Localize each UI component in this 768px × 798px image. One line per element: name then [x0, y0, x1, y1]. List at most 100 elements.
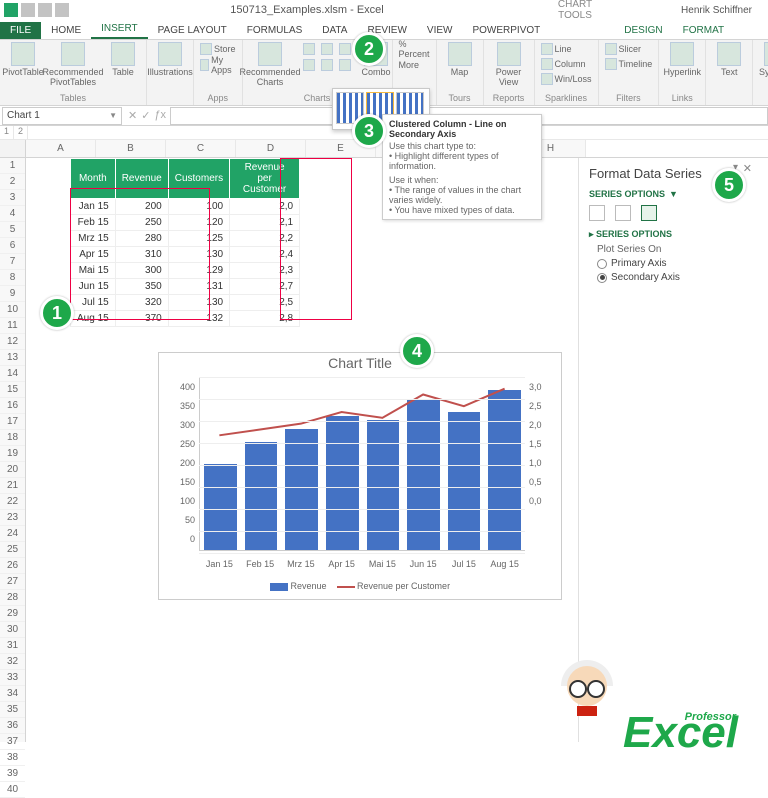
cell[interactable]: 350 [115, 279, 168, 295]
close-icon[interactable]: ✕ [743, 162, 752, 175]
row-header[interactable]: 27 [0, 574, 25, 590]
row-header[interactable]: 34 [0, 686, 25, 702]
outline-level-2[interactable]: 2 [14, 126, 28, 139]
chart-type-icon[interactable] [321, 42, 337, 56]
row-header[interactable]: 8 [0, 270, 25, 286]
tab-pagelayout[interactable]: PAGE LAYOUT [148, 22, 237, 39]
tab-insert[interactable]: INSERT [91, 20, 148, 39]
name-box[interactable]: Chart 1▼ [2, 107, 122, 125]
col-header[interactable]: D [236, 140, 306, 157]
cell[interactable]: 300 [115, 263, 168, 279]
cell[interactable]: 120 [168, 215, 229, 231]
row-header[interactable]: 19 [0, 446, 25, 462]
table-row[interactable]: Mrz 152801252,2 [71, 231, 300, 247]
series-options-icon[interactable] [641, 205, 657, 221]
row-header[interactable]: 3 [0, 190, 25, 206]
row-header[interactable]: 2 [0, 174, 25, 190]
row-header[interactable]: 23 [0, 510, 25, 526]
cell[interactable]: 2,7 [230, 279, 300, 295]
sparkline-line-button[interactable]: Line [541, 42, 572, 56]
cell[interactable]: Feb 15 [71, 215, 116, 231]
row-header[interactable]: 40 [0, 782, 25, 798]
sparkline-column-button[interactable]: Column [541, 57, 586, 71]
store-button[interactable]: Store [200, 42, 236, 56]
recommended-charts-button[interactable]: Recommended Charts [241, 42, 299, 87]
cell[interactable]: 200 [115, 199, 168, 215]
recommended-pivottables-button[interactable]: Recommended PivotTables [44, 42, 102, 87]
th-rev-per-cust[interactable]: Revenue per Customer [230, 159, 300, 199]
row-header[interactable]: 32 [0, 654, 25, 670]
tab-file[interactable]: FILE [0, 22, 41, 39]
save-icon[interactable] [21, 3, 35, 17]
cell[interactable]: Mai 15 [71, 263, 116, 279]
chart-type-icon[interactable] [303, 58, 319, 72]
row-header[interactable]: 18 [0, 430, 25, 446]
row-header[interactable]: 35 [0, 702, 25, 718]
plot-area[interactable] [199, 377, 525, 551]
chart-type-icon[interactable] [321, 58, 337, 72]
cell[interactable]: 130 [168, 247, 229, 263]
cell[interactable]: 370 [115, 311, 168, 327]
row-header[interactable]: 24 [0, 526, 25, 542]
row-header[interactable]: 16 [0, 398, 25, 414]
chevron-down-icon[interactable]: ▼ [109, 111, 117, 120]
row-header[interactable]: 30 [0, 622, 25, 638]
table-row[interactable]: Apr 153101302,4 [71, 247, 300, 263]
row-header[interactable]: 26 [0, 558, 25, 574]
cell[interactable]: 2,0 [230, 199, 300, 215]
table-row[interactable]: Feb 152501202,1 [71, 215, 300, 231]
cell[interactable]: 280 [115, 231, 168, 247]
row-header[interactable]: 5 [0, 222, 25, 238]
cell[interactable]: Apr 15 [71, 247, 116, 263]
cell[interactable]: 131 [168, 279, 229, 295]
row-header[interactable]: 1 [0, 158, 25, 174]
effects-icon[interactable] [615, 205, 631, 221]
cell[interactable]: 310 [115, 247, 168, 263]
cancel-icon[interactable]: ✕ [128, 109, 137, 122]
row-header[interactable]: 38 [0, 750, 25, 766]
cell[interactable]: 2,8 [230, 311, 300, 327]
pivottable-button[interactable]: PivotTable [6, 42, 40, 77]
row-header[interactable]: 33 [0, 670, 25, 686]
col-header[interactable]: C [166, 140, 236, 157]
tab-formulas[interactable]: FORMULAS [237, 22, 313, 39]
cell[interactable]: Jul 15 [71, 295, 116, 311]
percent-button[interactable]: % Percent [399, 42, 430, 56]
cell[interactable]: 320 [115, 295, 168, 311]
th-month[interactable]: Month [71, 159, 116, 199]
row-header[interactable]: 13 [0, 350, 25, 366]
illustrations-button[interactable]: Illustrations [153, 42, 187, 77]
th-customers[interactable]: Customers [168, 159, 229, 199]
chart-type-icon[interactable] [339, 58, 355, 72]
radio-secondary-axis[interactable]: Secondary Axis [597, 272, 748, 283]
legend-rev-per-cust[interactable]: Revenue per Customer [357, 581, 450, 591]
table-row[interactable]: Jul 153201302,5 [71, 295, 300, 311]
row-header[interactable]: 31 [0, 638, 25, 654]
slicer-button[interactable]: Slicer [605, 42, 642, 56]
row-header[interactable]: 4 [0, 206, 25, 222]
table-row[interactable]: Mai 153001292,3 [71, 263, 300, 279]
grid[interactable]: Month Revenue Customers Revenue per Cust… [26, 158, 768, 742]
table-row[interactable]: Aug 153701322,8 [71, 311, 300, 327]
row-header[interactable]: 17 [0, 414, 25, 430]
tab-view[interactable]: VIEW [417, 22, 463, 39]
row-header[interactable]: 39 [0, 766, 25, 782]
outline-level-1[interactable]: 1 [0, 126, 14, 139]
cell[interactable]: Aug 15 [71, 311, 116, 327]
cell[interactable]: 132 [168, 311, 229, 327]
cell[interactable]: 2,3 [230, 263, 300, 279]
cell[interactable]: 2,1 [230, 215, 300, 231]
chart-type-icon[interactable] [303, 42, 319, 56]
table-row[interactable]: Jun 153501312,7 [71, 279, 300, 295]
cell[interactable]: 2,5 [230, 295, 300, 311]
undo-icon[interactable] [38, 3, 52, 17]
table-row[interactable]: Jan 152001002,0 [71, 199, 300, 215]
cell[interactable]: 100 [168, 199, 229, 215]
select-all-cell[interactable] [0, 140, 26, 157]
tab-data[interactable]: DATA [312, 22, 357, 39]
col-header[interactable]: B [96, 140, 166, 157]
cell[interactable]: Jun 15 [71, 279, 116, 295]
myapps-button[interactable]: My Apps [200, 58, 236, 72]
row-header[interactable]: 10 [0, 302, 25, 318]
row-header[interactable]: 22 [0, 494, 25, 510]
